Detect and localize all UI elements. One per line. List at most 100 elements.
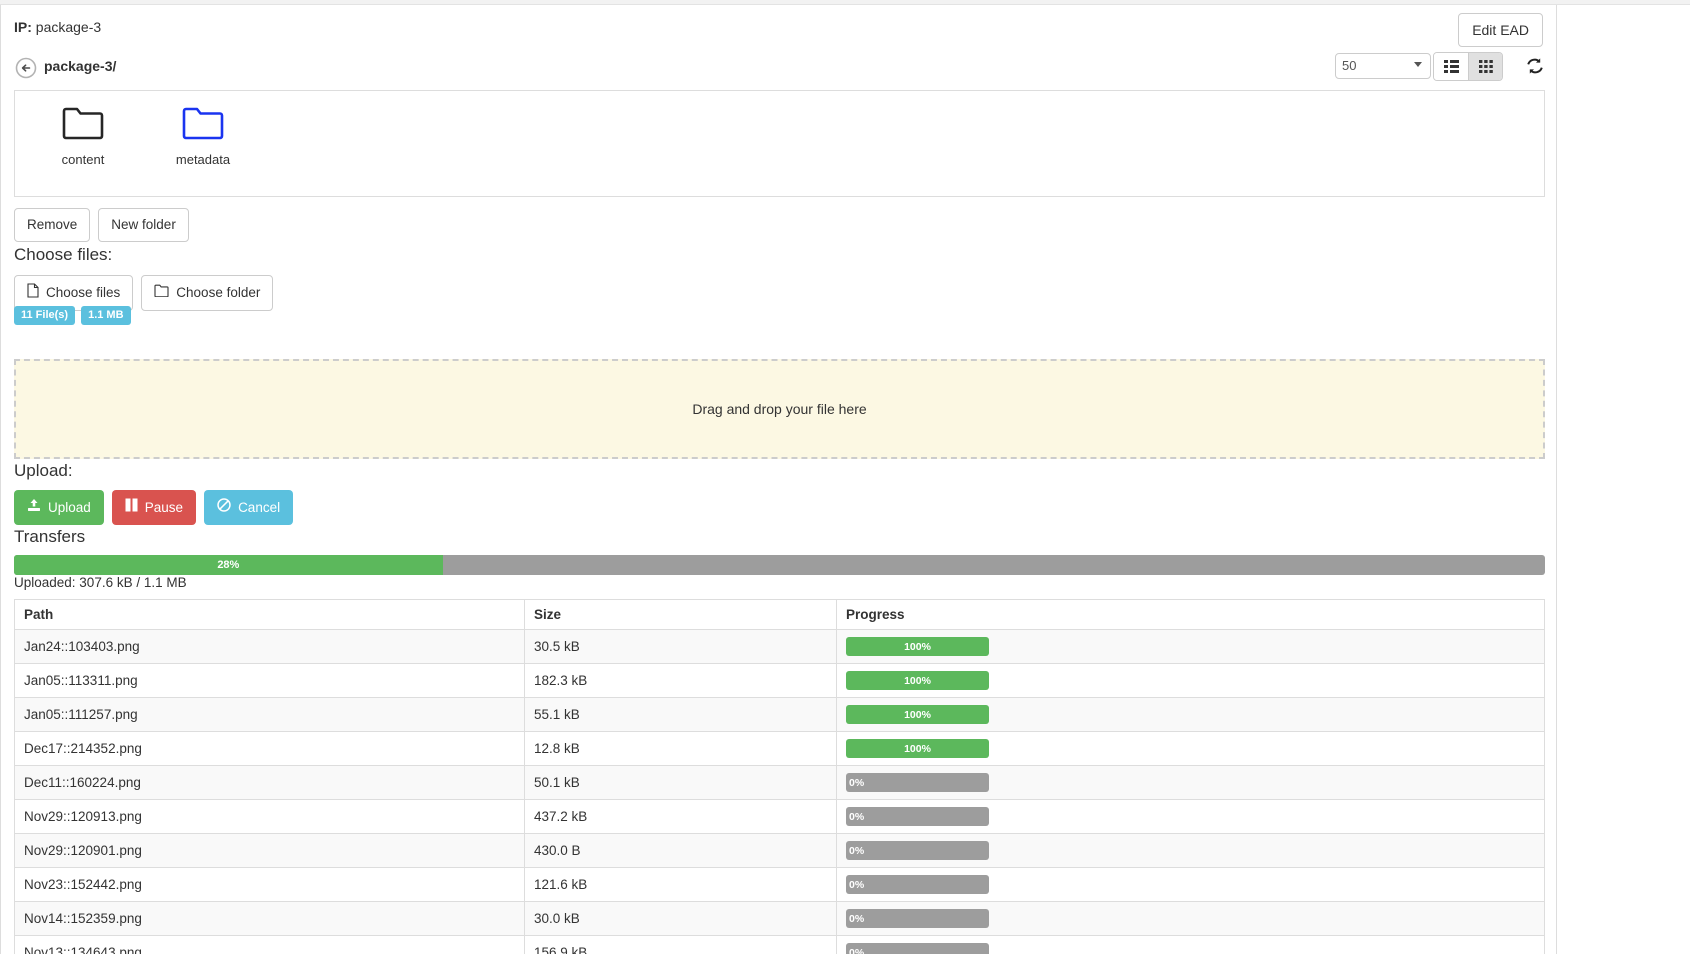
- pause-icon: [125, 498, 138, 517]
- drag-drop-label: Drag and drop your file here: [692, 401, 867, 417]
- transfers-heading: Transfers: [14, 527, 86, 546]
- row-progress-bar: 100%: [846, 671, 989, 690]
- table-row: Dec17::214352.png 12.8 kB 100%: [14, 731, 1545, 766]
- row-progress-bar: 0%: [846, 841, 989, 860]
- folder-label: metadata: [175, 152, 231, 167]
- cell-progress: 100%: [836, 697, 1545, 732]
- overall-progress-bar: 28%: [14, 555, 1545, 575]
- row-progress-label: 0%: [849, 946, 865, 954]
- page-size-value: 50: [1342, 58, 1357, 73]
- chevron-down-icon: [1414, 62, 1422, 67]
- column-header-path[interactable]: Path: [14, 599, 525, 630]
- cell-progress: 0%: [836, 901, 1545, 936]
- cell-size: 30.5 kB: [524, 629, 837, 664]
- cell-size: 430.0 B: [524, 833, 837, 868]
- row-progress-bar: 100%: [846, 637, 989, 656]
- folder-item-content[interactable]: content: [45, 105, 121, 167]
- ip-value: package-3: [35, 19, 102, 35]
- page-root: IP: package-3 Edit EAD package-3/ 50 con…: [0, 0, 1690, 954]
- folder-icon: [181, 107, 225, 143]
- cancel-button[interactable]: Cancel: [204, 490, 294, 525]
- cell-path: Nov13::134643.png: [14, 935, 525, 954]
- cell-size: 121.6 kB: [524, 867, 837, 902]
- table-row: Jan05::111257.png 55.1 kB 100%: [14, 697, 1545, 732]
- cancel-label: Cancel: [238, 499, 281, 515]
- cell-path: Nov14::152359.png: [14, 901, 525, 936]
- choose-folder-label: Choose folder: [176, 285, 261, 300]
- cell-size: 12.8 kB: [524, 731, 837, 766]
- edit-ead-button[interactable]: Edit EAD: [1458, 13, 1543, 48]
- table-row: Nov13::134643.png 156.9 kB0%: [14, 935, 1545, 954]
- uploaded-status-text: Uploaded: 307.6 kB / 1.1 MB: [14, 575, 187, 590]
- choose-files-heading: Choose files:: [14, 245, 113, 264]
- choose-files-label: Choose files: [46, 285, 121, 300]
- right-gutter: [1557, 5, 1690, 954]
- table-row: Jan24::103403.png 30.5 kB 100%: [14, 629, 1545, 664]
- table-row: Jan05::113311.png 182.3 kB 100%: [14, 663, 1545, 698]
- row-progress-label: 0%: [849, 810, 865, 823]
- row-progress-label: 0%: [849, 878, 865, 891]
- cell-size: 30.0 kB: [524, 901, 837, 936]
- cell-path: Nov29::120913.png: [14, 799, 525, 834]
- upload-actions: Upload Pause Cancel: [14, 490, 294, 525]
- overall-progress-label: 28%: [217, 559, 240, 571]
- cell-path: Jan05::113311.png: [14, 663, 525, 698]
- cell-size: 55.1 kB: [524, 697, 837, 732]
- drag-drop-zone[interactable]: Drag and drop your file here: [14, 359, 1545, 459]
- row-progress-label: 0%: [849, 912, 865, 925]
- folder-item-metadata[interactable]: metadata: [165, 105, 241, 167]
- file-count-badge: 11 File(s): [14, 306, 76, 326]
- cell-path: Dec17::214352.png: [14, 731, 525, 766]
- cell-size: 50.1 kB: [524, 765, 837, 800]
- upload-heading: Upload:: [14, 461, 73, 480]
- row-progress-label: 100%: [904, 640, 931, 653]
- view-toggle-group: [1433, 52, 1503, 81]
- upload-icon: [27, 498, 41, 517]
- cell-progress: 0%: [836, 765, 1545, 800]
- new-folder-button[interactable]: New folder: [98, 208, 189, 243]
- cell-path: Jan24::103403.png: [14, 629, 525, 664]
- cell-progress: 100%: [836, 663, 1545, 698]
- breadcrumb[interactable]: package-3/: [44, 58, 116, 74]
- upload-button[interactable]: Upload: [14, 490, 104, 525]
- selection-badges: 11 File(s) 1.1 MB: [14, 306, 131, 326]
- remove-button[interactable]: Remove: [14, 208, 91, 243]
- cell-progress: 100%: [836, 629, 1545, 664]
- folder-label: content: [61, 152, 105, 167]
- row-progress-bar: 0%: [846, 909, 989, 928]
- cell-size: 437.2 kB: [524, 799, 837, 834]
- transfers-table: Path Size Progress Jan24::103403.png 30.5…: [14, 599, 1545, 954]
- choose-folder-button[interactable]: Choose folder: [141, 275, 274, 312]
- table-header-row: Path Size Progress: [14, 599, 1545, 630]
- cell-size: 156.9 kB: [524, 935, 837, 954]
- row-progress-label: 100%: [904, 674, 931, 687]
- cell-progress: 0%: [836, 833, 1545, 868]
- folder-icon: [154, 284, 169, 302]
- row-progress-bar: 100%: [846, 705, 989, 724]
- ban-icon: [217, 498, 231, 517]
- folder-grid: content metadata: [15, 91, 1544, 181]
- column-header-size[interactable]: Size: [524, 599, 837, 630]
- row-progress-label: 0%: [849, 844, 865, 857]
- table-row: Nov29::120913.png 437.2 kB 0%: [14, 799, 1545, 834]
- row-progress-label: 0%: [849, 776, 865, 789]
- transfers-table-head: Path Size Progress: [14, 599, 1545, 630]
- table-row: Nov14::152359.png 30.0 kB 0%: [14, 901, 1545, 936]
- pause-button[interactable]: Pause: [111, 490, 197, 525]
- list-view-icon[interactable]: [1434, 53, 1468, 80]
- ip-panel: IP: package-3 Edit EAD package-3/ 50 con…: [0, 5, 1557, 954]
- cell-path: Jan05::111257.png: [14, 697, 525, 732]
- refresh-icon[interactable]: [1525, 56, 1545, 76]
- row-progress-bar: 0%: [846, 807, 989, 826]
- pause-label: Pause: [144, 499, 184, 515]
- file-browser: content metadata: [14, 90, 1545, 197]
- cell-progress: 0%: [836, 935, 1545, 954]
- column-header-progress[interactable]: Progress: [836, 599, 1545, 630]
- back-arrow-icon[interactable]: [15, 57, 37, 79]
- page-size-select[interactable]: 50: [1335, 53, 1431, 79]
- cell-path: Nov23::152442.png: [14, 867, 525, 902]
- upload-label: Upload: [48, 499, 91, 515]
- row-progress-bar: 0%: [846, 773, 989, 792]
- grid-view-icon[interactable]: [1468, 53, 1502, 80]
- row-progress-label: 100%: [904, 708, 931, 721]
